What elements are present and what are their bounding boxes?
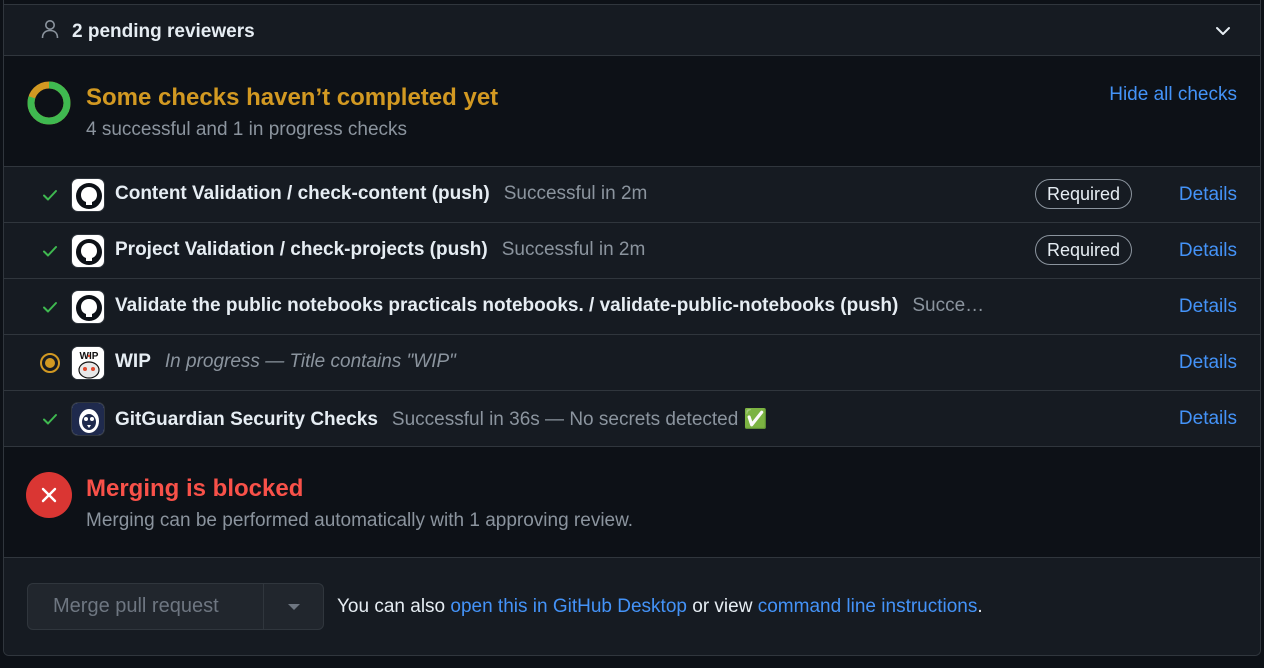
- check-icon: [43, 302, 57, 313]
- check-row: Project Validation / check-projects (pus…: [4, 223, 1260, 279]
- check-name: WIP: [115, 351, 151, 372]
- checks-title: Some checks haven’t completed yet: [86, 84, 499, 111]
- blocked-subtitle: Merging can be performed automatically w…: [86, 510, 634, 531]
- check-row: Validate the public notebooks practicals…: [4, 279, 1260, 335]
- check-icon: [43, 246, 57, 257]
- hide-all-checks-link[interactable]: Hide all checks: [1109, 84, 1237, 106]
- person-icon: [41, 20, 59, 39]
- pending-reviewers-bar[interactable]: 2 pending reviewers: [4, 4, 1260, 56]
- gitguardian-icon[interactable]: [71, 402, 105, 436]
- chevron-down-icon[interactable]: [1212, 20, 1234, 42]
- check-description: Successful in 2m: [501, 239, 646, 260]
- check-description: Successful in 2m: [503, 183, 648, 204]
- checks-subtitle: 4 successful and 1 in progress checks: [86, 119, 408, 140]
- github-desktop-link[interactable]: open this in GitHub Desktop: [450, 596, 687, 617]
- github-icon[interactable]: [71, 290, 105, 324]
- details-link[interactable]: Details: [1179, 352, 1237, 374]
- required-badge: Required: [1035, 179, 1133, 209]
- check-description: Successful in 36s — No secrets detected …: [391, 409, 768, 430]
- check-description: In progress — Title contains "WIP": [164, 351, 456, 372]
- merge-box: 2 pending reviewers Some checks haven’t …: [3, 0, 1261, 656]
- details-link[interactable]: Details: [1179, 240, 1237, 262]
- merge-alternatives-text: You can also open this in GitHub Desktop…: [337, 596, 983, 617]
- command-line-instructions-link[interactable]: command line instructions: [758, 596, 978, 617]
- check-name: GitGuardian Security Checks: [115, 409, 378, 430]
- check-name: Content Validation / check-content (push…: [115, 183, 490, 204]
- check-row: Content Validation / check-content (push…: [4, 167, 1260, 223]
- checks-list: Content Validation / check-content (push…: [4, 167, 1260, 447]
- pending-reviewers-label: 2 pending reviewers: [72, 21, 255, 42]
- checks-progress-ring-icon: [27, 81, 71, 125]
- blocked-x-icon: [26, 472, 72, 518]
- blocked-title: Merging is blocked: [86, 475, 304, 502]
- github-icon[interactable]: [71, 178, 105, 212]
- check-name: Project Validation / check-projects (pus…: [115, 239, 488, 260]
- required-badge: Required: [1035, 235, 1133, 265]
- check-icon: [43, 190, 57, 201]
- details-link[interactable]: Details: [1179, 184, 1237, 206]
- details-link[interactable]: Details: [1179, 296, 1237, 318]
- in-progress-icon: [40, 353, 60, 373]
- merge-pull-request-button[interactable]: Merge pull request: [27, 583, 264, 630]
- merge-actions: Merge pull request You can also open thi…: [4, 558, 1260, 655]
- github-icon[interactable]: [71, 234, 105, 268]
- check-description: Succe…: [912, 295, 985, 316]
- wip-app-icon[interactable]: WIP: [71, 346, 105, 380]
- checks-summary: Some checks haven’t completed yet 4 succ…: [4, 56, 1260, 167]
- check-icon: [43, 414, 57, 425]
- check-name: Validate the public notebooks practicals…: [115, 295, 899, 316]
- merge-blocked-section: Merging is blocked Merging can be perfor…: [4, 447, 1260, 558]
- caret-down-icon: [288, 604, 300, 610]
- check-row: GitGuardian Security Checks Successful in…: [4, 391, 1260, 447]
- check-row: WIP WIP In progress — Title contains "WIP…: [4, 335, 1260, 391]
- details-link[interactable]: Details: [1179, 408, 1237, 430]
- merge-options-dropdown[interactable]: [263, 583, 324, 630]
